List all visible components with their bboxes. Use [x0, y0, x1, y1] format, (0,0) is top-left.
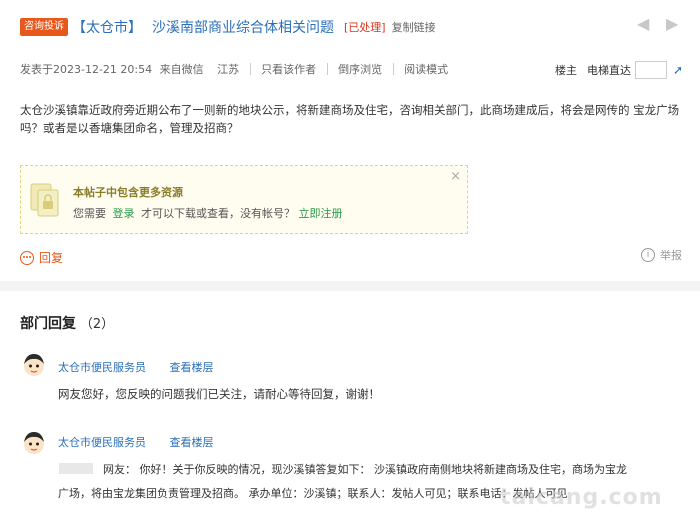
category-badge: 咨询投诉	[20, 18, 68, 36]
post-content: 太仓沙溪镇靠近政府旁近期公布了一则新的地块公示，将新建商场及住宅，咨询相关部门，…	[20, 103, 680, 135]
notice-text: 才可以下载或查看，没有帐号？	[141, 207, 295, 220]
only-author-link[interactable]: 只看该作者	[261, 63, 316, 76]
report-button[interactable]: 举报	[660, 247, 682, 263]
go-icon[interactable]: ➚	[673, 63, 683, 77]
notice-title: 本帖子中包含更多资源	[73, 186, 183, 199]
reply-text: 网友您好，您反映的问题我们已关注，请耐心等待回复，谢谢！	[58, 387, 380, 401]
reply-button[interactable]: 回复	[39, 249, 63, 266]
redacted-block	[59, 463, 93, 474]
register-link[interactable]: 立即注册	[299, 207, 343, 220]
resource-notice: 本帖子中包含更多资源 您需要 登录 才可以下载或查看，没有帐号？ 立即注册 ×	[20, 165, 468, 234]
close-icon[interactable]: ×	[450, 169, 461, 184]
info-icon[interactable]: i	[641, 248, 655, 262]
notice-text: 您需要	[73, 207, 106, 220]
divider	[249, 63, 251, 75]
reverse-browse-link[interactable]: 倒序浏览	[338, 63, 382, 76]
post-source: 来自微信	[159, 63, 204, 76]
divider	[392, 63, 394, 75]
avatar	[21, 352, 47, 378]
watermark: taicang.com	[500, 485, 663, 510]
file-lock-icon	[29, 182, 61, 218]
reply-icon[interactable]	[20, 250, 34, 265]
reply-text-line2: 广场，将由宝龙集团负责管理及招商。 承办单位：沙溪镇；联系人：发帖人可见；联系电…	[58, 487, 568, 500]
floor-owner-label: 楼主	[555, 64, 577, 77]
view-floor-link[interactable]: 查看楼层	[170, 361, 214, 374]
view-floor-link[interactable]: 查看楼层	[170, 436, 214, 449]
next-arrow-icon[interactable]: ▶	[666, 14, 678, 33]
copy-link-button[interactable]: 复制链接	[392, 19, 436, 35]
section-divider	[0, 281, 700, 291]
dept-reply-heading: 部门回复	[20, 316, 76, 332]
floor-number-input[interactable]	[635, 61, 667, 79]
divider	[326, 63, 328, 75]
status-badge: [已处理]	[344, 21, 386, 34]
elevator-label: 电梯直达	[587, 64, 631, 77]
reply-text-line1: 网友： 你好！关于你反映的情况，现沙溪镇答复如下： 沙溪镇政府南侧地块将新建商场…	[103, 463, 627, 476]
post-region: 江苏	[217, 63, 240, 76]
replier-name[interactable]: 太仓市便民服务员	[58, 361, 146, 374]
prev-arrow-icon[interactable]: ◀	[637, 14, 649, 33]
post-date: 发表于2023-12-21 20:54	[20, 63, 153, 76]
dept-reply-count: （2）	[79, 317, 115, 332]
login-link[interactable]: 登录	[113, 207, 135, 220]
city-tag[interactable]: 【太仓市】	[72, 17, 142, 37]
replier-name[interactable]: 太仓市便民服务员	[58, 436, 146, 449]
avatar	[21, 430, 47, 456]
read-mode-link[interactable]: 阅读模式	[404, 63, 448, 76]
post-title: 沙溪南部商业综合体相关问题	[152, 20, 334, 36]
